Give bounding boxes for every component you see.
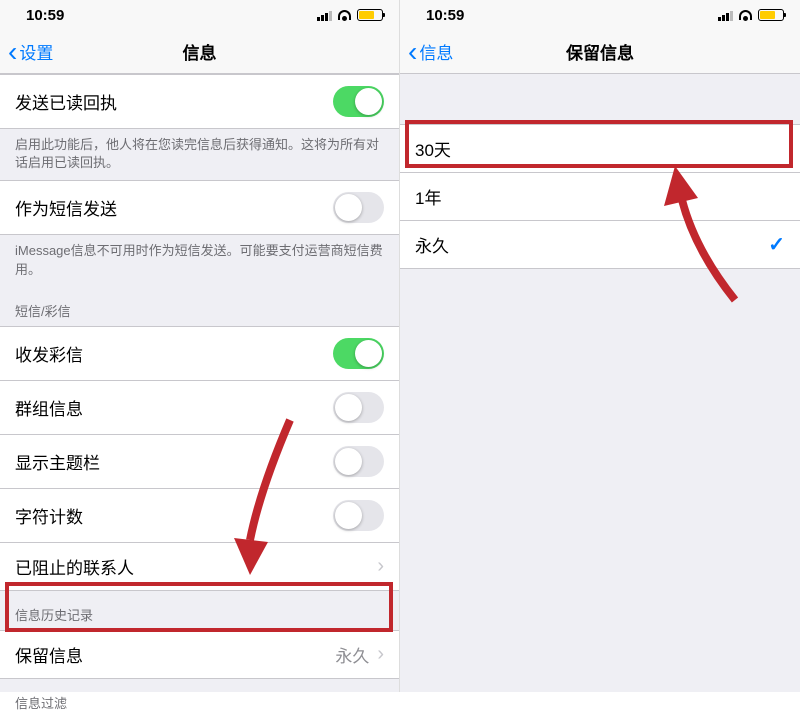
header-history: 信息历史记录 (0, 591, 399, 630)
back-label: 设置 (19, 39, 53, 64)
page-title: 信息 (0, 39, 399, 64)
footer-read-receipt: 启用此功能后，他人将在您读完信息后获得通知。这将为所有对话启用已读回执。 (0, 129, 399, 180)
wifi-icon (337, 10, 352, 21)
row-char-count[interactable]: 字符计数 (0, 489, 399, 543)
row-mms[interactable]: 收发彩信 (0, 326, 399, 381)
page-title: 保留信息 (400, 39, 800, 64)
option-forever[interactable]: 永久 ✓ (400, 221, 800, 269)
signal-icon (317, 10, 332, 21)
checkmark-icon: ✓ (768, 232, 785, 257)
switch-subject[interactable] (333, 446, 384, 477)
row-keep-messages[interactable]: 保留信息 永久 › (0, 630, 399, 679)
switch-char-count[interactable] (333, 500, 384, 531)
row-label: 发送已读回执 (15, 89, 117, 114)
switch-read-receipt[interactable] (333, 86, 384, 117)
status-time: 10:59 (16, 7, 317, 24)
header-sms-mms: 短信/彩信 (0, 287, 399, 326)
nav-bar: ‹ 设置 信息 (0, 30, 399, 74)
switch-send-as-sms[interactable] (333, 192, 384, 223)
status-icons (718, 9, 784, 21)
footer-send-as-sms: iMessage信息不可用时作为短信发送。可能要支付运营商短信费用。 (0, 235, 399, 286)
row-label: 显示主题栏 (15, 449, 100, 474)
row-label: 字符计数 (15, 503, 83, 528)
row-label: 群组信息 (15, 395, 83, 420)
status-bar: 10:59 (0, 0, 399, 30)
row-show-subject[interactable]: 显示主题栏 (0, 435, 399, 489)
chevron-left-icon: ‹ (8, 38, 17, 66)
row-group-messaging[interactable]: 群组信息 (0, 381, 399, 435)
phone-left: 10:59 ‹ 设置 信息 发送已读回执 启用此功能后，他人将在您读完信息后获得… (0, 0, 400, 692)
row-read-receipt[interactable]: 发送已读回执 (0, 74, 399, 129)
option-label: 永久 (415, 232, 449, 257)
row-label: 保留信息 (15, 642, 83, 667)
status-icons (317, 9, 383, 21)
nav-bar: ‹ 信息 保留信息 (400, 30, 800, 74)
row-value: 永久 (335, 642, 369, 667)
row-label: 收发彩信 (15, 341, 83, 366)
row-blocked-contacts[interactable]: 已阻止的联系人 › (0, 543, 399, 591)
back-label: 信息 (419, 39, 453, 64)
battery-icon (758, 9, 784, 21)
option-label: 30天 (415, 136, 451, 161)
signal-icon (718, 10, 733, 21)
row-label: 已阻止的联系人 (15, 554, 134, 579)
option-1-year[interactable]: 1年 (400, 173, 800, 221)
back-button[interactable]: ‹ 信息 (408, 38, 453, 66)
switch-group[interactable] (333, 392, 384, 423)
status-bar: 10:59 (400, 0, 800, 30)
switch-mms[interactable] (333, 338, 384, 369)
phone-right: 10:59 ‹ 信息 保留信息 30天 1年 永久 ✓ (400, 0, 800, 692)
battery-icon (357, 9, 383, 21)
back-button[interactable]: ‹ 设置 (8, 38, 53, 66)
row-label: 作为短信发送 (15, 195, 117, 220)
chevron-left-icon: ‹ (408, 38, 417, 66)
chevron-right-icon: › (377, 556, 384, 576)
header-filter: 信息过滤 (0, 679, 399, 718)
wifi-icon (738, 10, 753, 21)
option-30-days[interactable]: 30天 (400, 124, 800, 173)
status-time: 10:59 (416, 7, 718, 24)
option-label: 1年 (415, 184, 441, 209)
row-send-as-sms[interactable]: 作为短信发送 (0, 180, 399, 235)
chevron-right-icon: › (377, 644, 384, 664)
